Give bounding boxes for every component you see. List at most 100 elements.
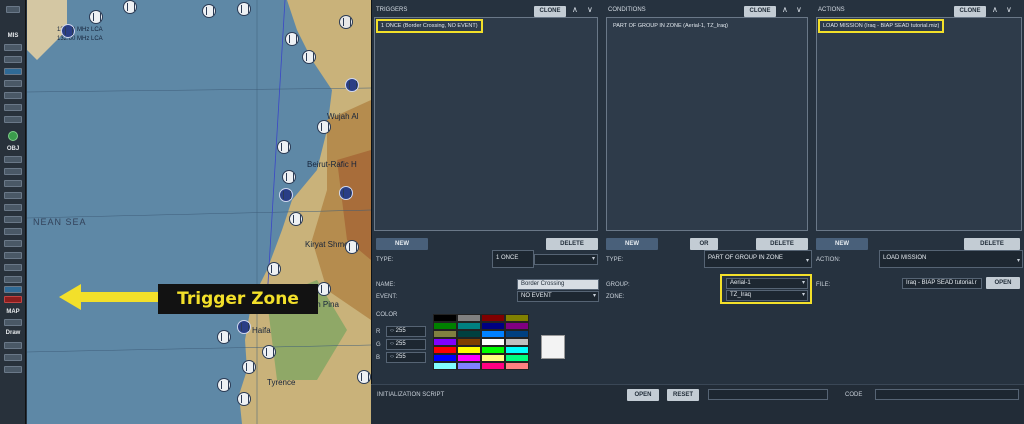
- unit-icon[interactable]: [237, 2, 251, 16]
- green-circle-icon[interactable]: [8, 131, 18, 141]
- actions-clone-button[interactable]: CLONE: [954, 6, 986, 17]
- unit-icon[interactable]: [302, 50, 316, 64]
- conditions-list[interactable]: PART OF GROUP IN ZONE (Aerial-1, TZ_Iraq…: [606, 17, 808, 231]
- color-swatch[interactable]: [457, 362, 481, 370]
- color-swatch[interactable]: [505, 338, 529, 346]
- unit-icon[interactable]: [242, 360, 256, 374]
- action-list-item[interactable]: LOAD MISSION (Iraq - BIAP SEAD tutorial.…: [818, 19, 945, 33]
- obj-tool-9[interactable]: [4, 252, 22, 259]
- condition-delete-button[interactable]: DELETE: [756, 238, 808, 250]
- unit-icon[interactable]: [217, 378, 231, 392]
- color-swatch[interactable]: [457, 338, 481, 346]
- color-swatch[interactable]: [481, 338, 505, 346]
- condition-or-button[interactable]: OR: [690, 238, 718, 250]
- map-view[interactable]: NEAN SEA Wujah Al Beirut-Rafic H Kiryat …: [27, 0, 371, 424]
- code-input[interactable]: [875, 389, 1019, 400]
- unit-icon[interactable]: [357, 370, 371, 384]
- unit-icon[interactable]: [282, 170, 296, 184]
- mis-tool-1[interactable]: [4, 44, 22, 51]
- actions-down-icon[interactable]: ∨: [1006, 5, 1012, 14]
- mis-tool-6[interactable]: [4, 104, 22, 111]
- color-swatch[interactable]: [433, 322, 457, 330]
- unit-icon[interactable]: [267, 262, 281, 276]
- color-b-input[interactable]: ‹› 255: [386, 352, 426, 363]
- condition-zone-select[interactable]: TZ_Iraq ▾: [726, 290, 808, 301]
- color-swatch[interactable]: [505, 354, 529, 362]
- unit-icon[interactable]: [345, 240, 359, 254]
- color-swatch[interactable]: [457, 354, 481, 362]
- color-g-input[interactable]: ‹› 255: [386, 339, 426, 350]
- color-swatch[interactable]: [433, 330, 457, 338]
- target-icon[interactable]: [339, 15, 353, 29]
- action-type-select[interactable]: LOAD MISSION ▾: [879, 250, 1023, 268]
- color-swatch[interactable]: [505, 346, 529, 354]
- mis-tool-2[interactable]: [4, 56, 22, 63]
- unit-icon[interactable]: [285, 32, 299, 46]
- init-reset-button[interactable]: RESET: [667, 389, 699, 401]
- trigger-new-button[interactable]: NEW: [376, 238, 428, 250]
- trigger-list-item[interactable]: 1 ONCE (Border Crossing, NO EVENT): [376, 19, 483, 33]
- color-swatch[interactable]: [433, 346, 457, 354]
- obj-tool-2[interactable]: [4, 168, 22, 175]
- actions-list[interactable]: LOAD MISSION (Iraq - BIAP SEAD tutorial.…: [816, 17, 1022, 231]
- mis-tool-4[interactable]: [4, 80, 22, 87]
- action-new-button[interactable]: NEW: [816, 238, 868, 250]
- unit-icon[interactable]: [237, 392, 251, 406]
- color-swatch[interactable]: [505, 314, 529, 322]
- action-file-open-button[interactable]: OPEN: [986, 277, 1020, 289]
- map-tool-3[interactable]: [4, 354, 22, 361]
- obj-tool-7[interactable]: [4, 228, 22, 235]
- obj-tool-11[interactable]: [4, 276, 22, 283]
- unit-icon[interactable]: [202, 4, 216, 18]
- action-file-input[interactable]: Iraq - BIAP SEAD tutorial.r: [902, 278, 982, 289]
- mis-tool-7[interactable]: [4, 116, 22, 123]
- conditions-clone-button[interactable]: CLONE: [744, 6, 776, 17]
- trigger-name-input[interactable]: Border Crossing: [517, 279, 599, 290]
- color-swatch[interactable]: [481, 354, 505, 362]
- triggers-list[interactable]: 1 ONCE (Border Crossing, NO EVENT): [374, 17, 598, 231]
- action-delete-button[interactable]: DELETE: [964, 238, 1020, 250]
- trigger-type-dropdown[interactable]: ▾: [534, 254, 598, 265]
- map-tool-2[interactable]: [4, 342, 22, 349]
- color-swatch[interactable]: [457, 346, 481, 354]
- condition-list-item[interactable]: PART OF GROUP IN ZONE (Aerial-1, TZ_Iraq…: [610, 21, 731, 31]
- trigger-delete-button[interactable]: DELETE: [546, 238, 598, 250]
- condition-new-button[interactable]: NEW: [606, 238, 658, 250]
- unit-icon[interactable]: [262, 345, 276, 359]
- menu-button[interactable]: [6, 6, 20, 13]
- obj-tool-10[interactable]: [4, 264, 22, 271]
- unit-icon[interactable]: [123, 0, 137, 14]
- color-swatch[interactable]: [481, 314, 505, 322]
- color-swatch[interactable]: [457, 314, 481, 322]
- obj-tool-5[interactable]: [4, 204, 22, 211]
- triggers-down-icon[interactable]: ∨: [587, 5, 593, 14]
- actions-up-icon[interactable]: ∧: [992, 5, 998, 14]
- color-swatch[interactable]: [505, 322, 529, 330]
- unit-icon[interactable]: [317, 282, 331, 296]
- trigger-event-select[interactable]: NO EVENT ▾: [517, 291, 599, 302]
- trigger-type-select[interactable]: 1 ONCE: [492, 250, 534, 268]
- map-tool-4[interactable]: [4, 366, 22, 373]
- unit-icon[interactable]: [317, 120, 331, 134]
- obj-tool-4[interactable]: [4, 192, 22, 199]
- map-tool-1[interactable]: [4, 319, 22, 326]
- color-swatch[interactable]: [481, 322, 505, 330]
- obj-tool-red[interactable]: [4, 296, 22, 303]
- color-swatch[interactable]: [433, 338, 457, 346]
- condition-group-select[interactable]: Aerial-1 ▾: [726, 278, 808, 289]
- unit-icon[interactable]: [89, 10, 103, 24]
- color-swatch[interactable]: [505, 330, 529, 338]
- obj-tool-6[interactable]: [4, 216, 22, 223]
- color-swatch[interactable]: [481, 330, 505, 338]
- obj-tool-8[interactable]: [4, 240, 22, 247]
- conditions-up-icon[interactable]: ∧: [782, 5, 788, 14]
- triggers-clone-button[interactable]: CLONE: [534, 6, 566, 17]
- color-swatch[interactable]: [481, 346, 505, 354]
- init-script-input[interactable]: [708, 389, 828, 400]
- color-swatch[interactable]: [433, 354, 457, 362]
- mis-tool-5[interactable]: [4, 92, 22, 99]
- unit-icon[interactable]: [217, 330, 231, 344]
- unit-icon[interactable]: [289, 212, 303, 226]
- unit-icon[interactable]: [277, 140, 291, 154]
- obj-tool-1[interactable]: [4, 156, 22, 163]
